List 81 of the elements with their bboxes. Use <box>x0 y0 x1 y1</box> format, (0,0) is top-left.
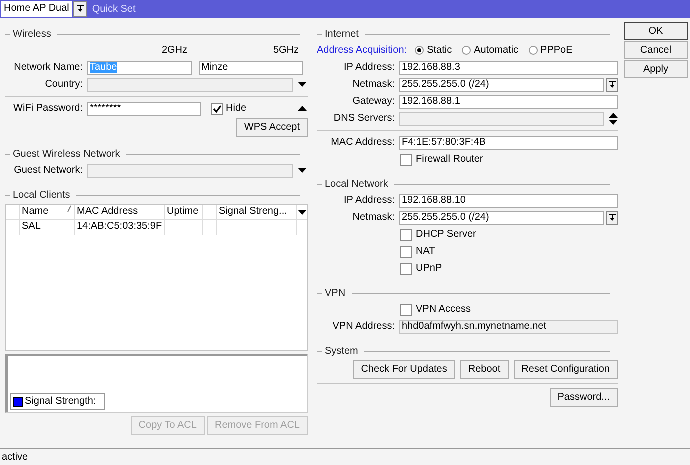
window-title: Quick Set <box>92 2 136 16</box>
select-field[interactable]: 255.255.255.0 (/24) <box>399 78 604 92</box>
dialog-button[interactable]: Apply <box>624 60 688 78</box>
readonly-field[interactable]: hhd0afmfwyh.sn.mynetname.net <box>399 320 618 334</box>
field-label: Gateway: <box>352 95 396 108</box>
dialog-button[interactable]: Cancel <box>624 41 688 59</box>
caret-down-icon[interactable] <box>298 82 307 87</box>
dialog-button[interactable]: OK <box>624 22 688 40</box>
field-label: IP Address: <box>343 61 396 74</box>
section-title: Internet <box>325 28 359 40</box>
select-field[interactable]: 255.255.255.0 (/24) <box>399 210 604 224</box>
dropdown-button[interactable] <box>606 78 618 92</box>
section-title: VPN <box>325 286 346 300</box>
field-label: Netmask: <box>352 78 396 91</box>
checkbox-label: DHCP Server <box>416 228 476 241</box>
field-label: DNS Servers: <box>332 112 396 125</box>
field-label: VPN Address: <box>332 320 396 333</box>
column-header[interactable]: Name <box>20 205 75 219</box>
input-field[interactable]: 192.168.88.3 <box>399 60 618 74</box>
input-field[interactable]: 192.168.88.10 <box>399 194 618 208</box>
field-label: Address Acquisition: <box>317 44 408 57</box>
checkbox-label: Hide <box>226 102 247 115</box>
column-header[interactable]: Signal Streng... <box>217 205 297 219</box>
section-title: Local Network <box>325 178 388 190</box>
radio-button[interactable] <box>415 46 424 55</box>
legend-label: Signal Strength: <box>25 395 96 408</box>
mode-dropdown[interactable]: Home AP Dual <box>1 1 72 17</box>
input-field[interactable]: F4:1E:57:80:3F:4B <box>399 136 618 150</box>
field-label: Network Name: <box>13 61 84 74</box>
field-label: Netmask: <box>352 211 396 224</box>
sort-icon[interactable] <box>67 205 72 212</box>
arrow-down-icon[interactable] <box>608 214 616 222</box>
section-title: Local Clients <box>13 188 70 202</box>
arrow-down-icon[interactable] <box>608 80 616 88</box>
password-field[interactable]: ******** <box>87 102 201 116</box>
caret-down-icon[interactable] <box>298 168 307 173</box>
field-label: MAC Address: <box>330 136 396 149</box>
field-label: IP Address: <box>343 194 396 207</box>
checkbox[interactable] <box>400 246 412 258</box>
radio-label: Static <box>427 44 452 57</box>
band-label: 2GHz <box>160 44 188 57</box>
section-title: Wireless <box>13 28 52 40</box>
dropdown-field[interactable] <box>87 78 293 92</box>
checkbox[interactable] <box>400 228 412 240</box>
dropdown-button[interactable] <box>606 210 618 224</box>
network-name-field[interactable]: Minze <box>198 60 303 74</box>
checkbox[interactable] <box>400 154 412 166</box>
column-header[interactable]: Uptime <box>165 205 203 219</box>
button[interactable]: Reboot <box>460 360 509 379</box>
spin-arrows-icon[interactable] <box>609 112 618 124</box>
radio-button[interactable] <box>462 46 472 55</box>
field-label: WiFi Password: <box>12 102 84 115</box>
band-label: 5GHz <box>272 44 300 57</box>
input-field[interactable]: 192.168.88.1 <box>399 94 618 108</box>
field-label: Guest Network: <box>13 164 84 177</box>
button[interactable]: WPS Accept <box>236 118 308 137</box>
checkbox[interactable] <box>211 102 223 114</box>
button[interactable]: Password... <box>550 388 618 407</box>
button[interactable]: Reset Configuration <box>514 360 618 379</box>
table-cell: SAL <box>20 220 75 235</box>
list-field[interactable] <box>399 112 604 126</box>
section-title: Guest Wireless Network <box>13 148 120 160</box>
table-cell: 14:AB:C5:03:35:9F <box>75 220 165 235</box>
section-title: System <box>325 344 358 358</box>
checkbox[interactable] <box>400 304 412 316</box>
radio-label: PPPoE <box>540 44 573 57</box>
field-label: Country: <box>44 78 84 91</box>
column-header[interactable]: MAC Address <box>75 205 165 219</box>
caret-up-icon[interactable] <box>298 106 307 111</box>
checkbox-label: UPnP <box>416 262 442 275</box>
checkbox-label: VPN Access <box>416 303 472 316</box>
dropdown-field[interactable] <box>87 164 293 178</box>
checkbox-label: Firewall Router <box>416 153 484 166</box>
arrow-down-icon[interactable] <box>76 5 84 13</box>
checkbox[interactable] <box>400 262 412 274</box>
caret-down-icon[interactable] <box>298 210 306 214</box>
radio-button[interactable] <box>528 46 538 55</box>
radio-label: Automatic <box>474 44 519 57</box>
dropdown-button[interactable] <box>73 1 88 17</box>
checkbox-label: NAT <box>416 245 436 258</box>
button[interactable]: Check For Updates <box>353 360 456 379</box>
